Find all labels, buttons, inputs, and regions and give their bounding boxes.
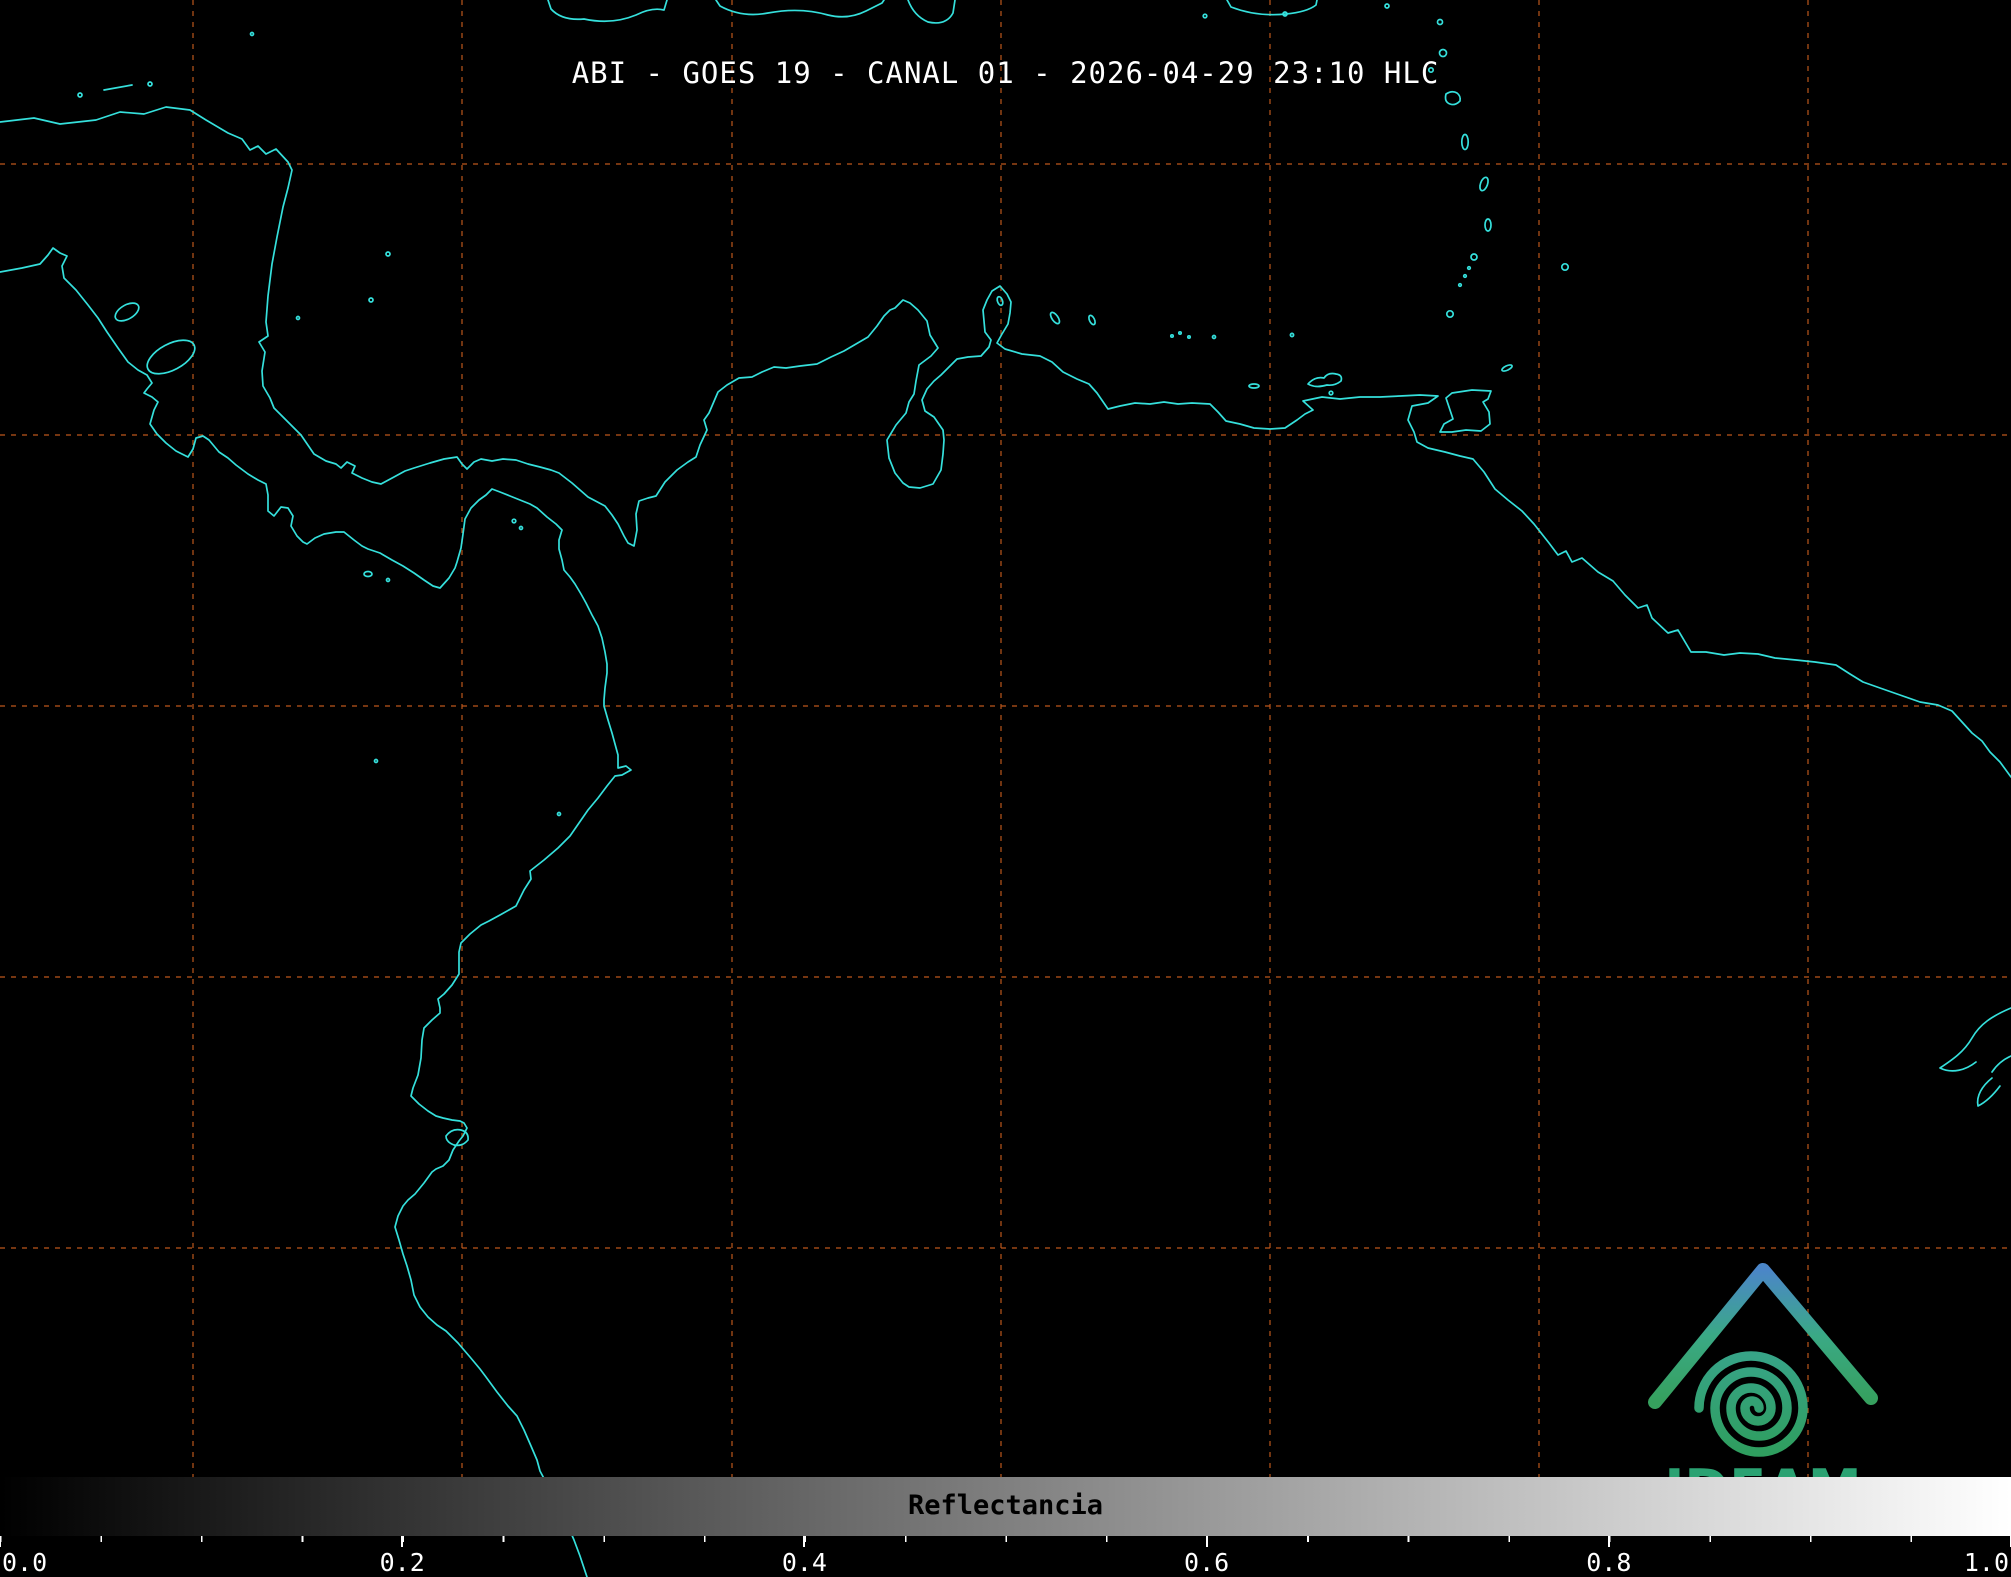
satellite-image-frame: ABI - GOES 19 - CANAL 01 - 2026-04-29 23… — [0, 0, 2011, 1577]
island-trinidad — [1440, 390, 1491, 432]
colorbar-gradient: Reflectancia — [0, 1477, 2011, 1536]
colorbar-tick-label: 0.2 — [380, 1548, 425, 1577]
lakes — [112, 299, 200, 380]
coastline-caribbean-mainland — [0, 107, 2011, 777]
colorbar-tick — [0, 1536, 1, 1547]
colorbar-tick-label: 0.4 — [782, 1548, 827, 1577]
colorbar-tick-label: 0.8 — [1586, 1548, 1631, 1577]
colorbar-tick — [803, 1536, 805, 1547]
colorbar-minor-ticks — [0, 1536, 2011, 1542]
colorbar: Reflectancia 0.0 0.2 0.4 0.6 0.8 1.0 — [0, 1477, 2011, 1577]
islands-southern-caribbean — [996, 296, 1341, 395]
colorbar-tick — [1608, 1536, 1610, 1547]
ideam-logo-mark — [1645, 1256, 1881, 1462]
islands-greater-antilles — [251, 0, 1318, 36]
colorbar-label: Reflectancia — [0, 1490, 2011, 1521]
logo-mountain — [1655, 1270, 1871, 1402]
amazon-river-fragment — [1940, 1008, 2011, 1106]
image-title: ABI - GOES 19 - CANAL 01 - 2026-04-29 23… — [0, 56, 2011, 90]
coastline-pacific-mainland — [0, 248, 631, 1577]
colorbar-tick-label: 1.0 — [1964, 1548, 2009, 1577]
logo-spiral — [1699, 1356, 1803, 1452]
colorbar-tick — [1206, 1536, 1208, 1547]
colorbar-tick — [401, 1536, 403, 1547]
colorbar-tick-label: 0.0 — [2, 1548, 47, 1577]
colorbar-tick-label: 0.6 — [1184, 1548, 1229, 1577]
